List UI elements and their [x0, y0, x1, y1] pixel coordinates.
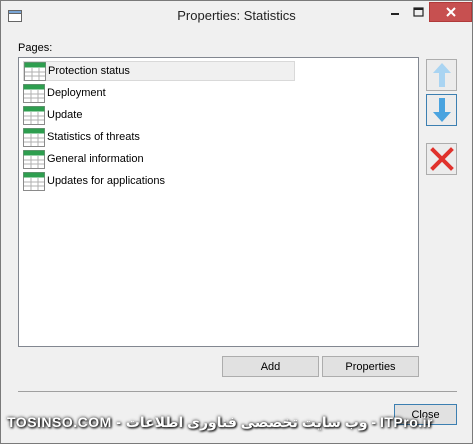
- arrow-down-icon: [432, 98, 451, 122]
- table-page-icon: [23, 105, 45, 125]
- list-item-label: Update: [47, 109, 83, 121]
- pages-list[interactable]: Protection status Deployment Update Stat…: [18, 57, 419, 347]
- list-item[interactable]: Protection status: [23, 61, 295, 81]
- arrow-up-icon: [432, 63, 451, 87]
- list-item-label: General information: [47, 153, 144, 165]
- list-item-label: Protection status: [48, 65, 130, 77]
- table-page-icon: [23, 171, 45, 191]
- close-window-button[interactable]: [429, 2, 472, 22]
- table-page-icon: [23, 83, 45, 103]
- separator: [18, 391, 457, 392]
- remove-button[interactable]: [426, 143, 457, 175]
- move-up-button[interactable]: [426, 59, 457, 91]
- add-button[interactable]: Add: [222, 356, 319, 377]
- close-icon: [445, 7, 456, 17]
- title-bar: Properties: Statistics: [1, 1, 472, 31]
- maximize-icon: [412, 6, 424, 17]
- list-item-label: Statistics of threats: [47, 131, 140, 143]
- list-item[interactable]: Statistics of threats: [23, 127, 295, 147]
- list-item[interactable]: Deployment: [23, 83, 295, 103]
- list-item-label: Deployment: [47, 87, 106, 99]
- remove-x-icon: [429, 147, 454, 171]
- list-item[interactable]: Updates for applications: [23, 171, 295, 191]
- watermark: TOSINSO.COM - وب سایت تخصصی فناوری اطلاع…: [7, 414, 433, 430]
- move-down-button[interactable]: [426, 94, 457, 126]
- list-item[interactable]: General information: [23, 149, 295, 169]
- table-page-icon: [23, 149, 45, 169]
- list-item-label: Updates for applications: [47, 175, 166, 187]
- maximize-button[interactable]: [405, 2, 431, 22]
- list-item[interactable]: Update: [23, 105, 295, 125]
- properties-dialog: Properties: Statistics Pages: Protection…: [0, 0, 473, 444]
- pages-label: Pages:: [18, 42, 53, 54]
- properties-button[interactable]: Properties: [322, 356, 419, 377]
- minimize-icon: [391, 13, 399, 15]
- table-page-icon: [23, 127, 45, 147]
- table-page-icon: [24, 61, 46, 81]
